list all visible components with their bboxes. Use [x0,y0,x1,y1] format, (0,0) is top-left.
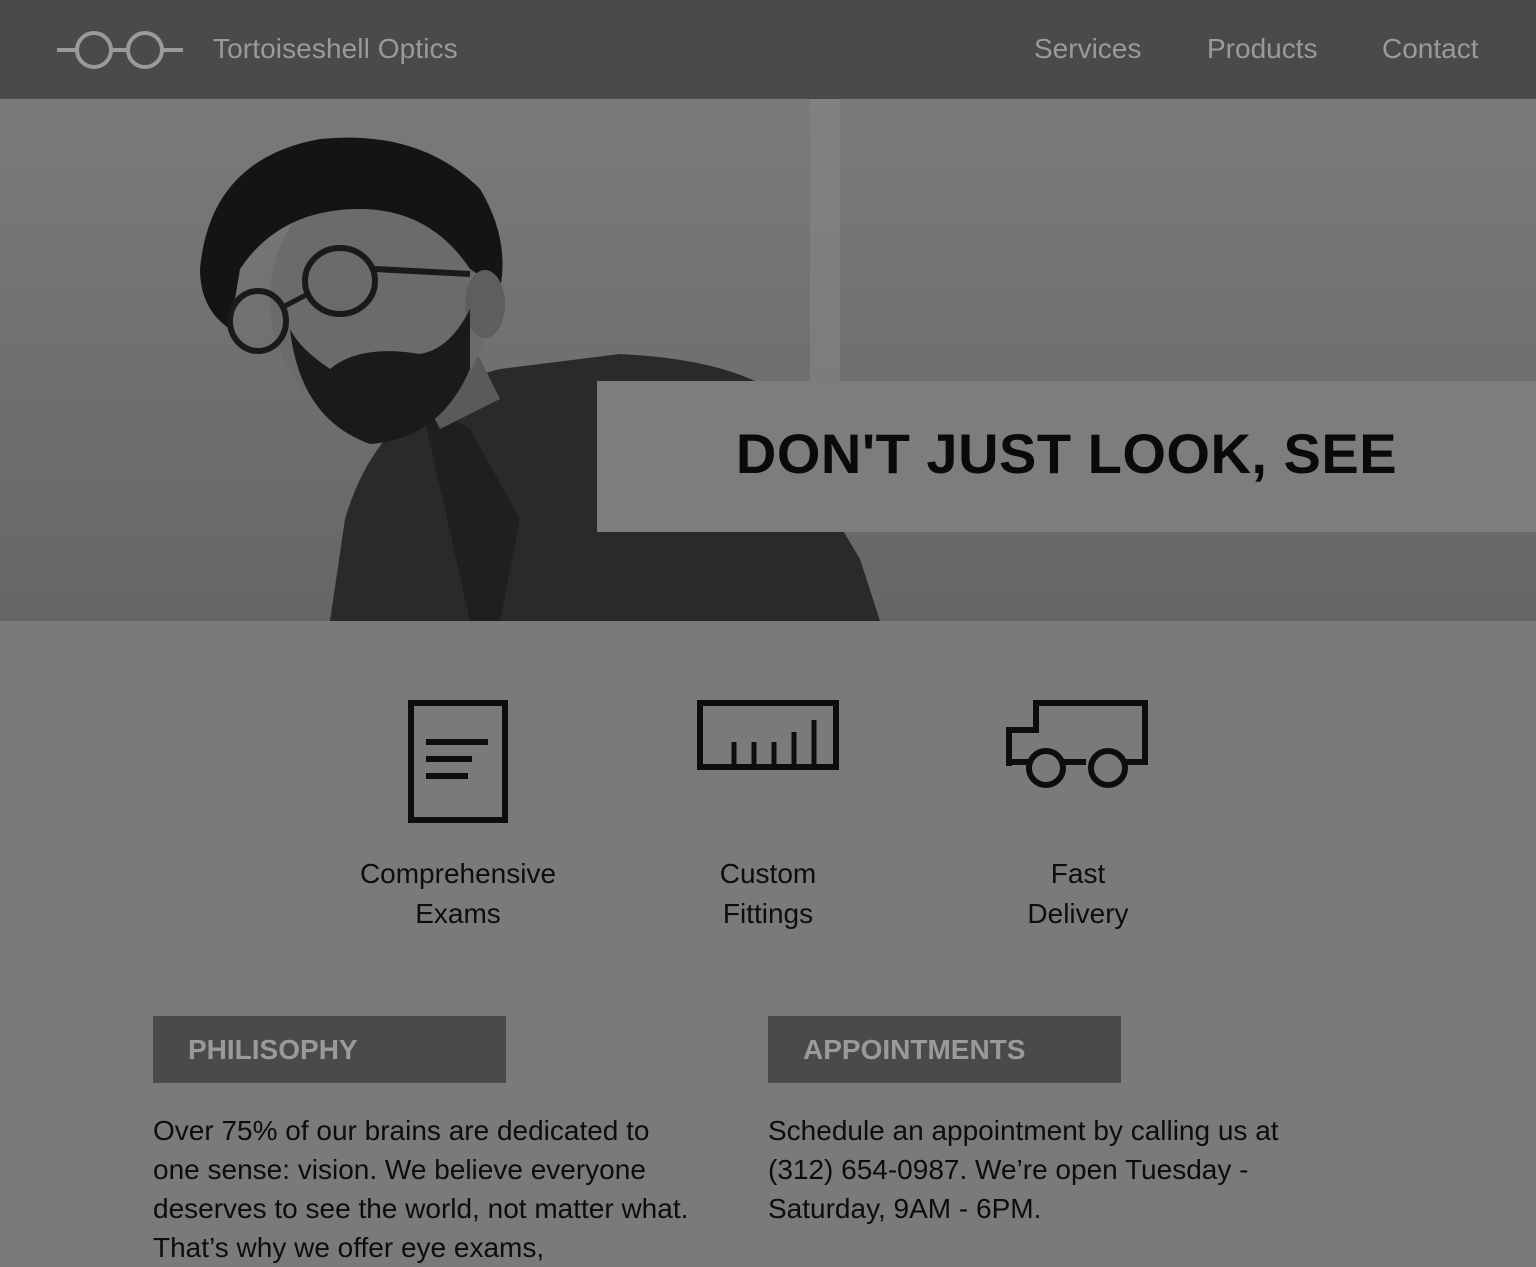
nav-products[interactable]: Products [1207,33,1318,65]
hero-photo [200,99,880,621]
feature-fittings: Custom Fittings [638,700,898,929]
appointments-body: Schedule an appointment by calling us at… [768,1115,1279,1224]
truck-icon [1006,700,1148,788]
glasses-icon[interactable] [55,29,185,71]
philosophy-header: PHILISOPHY [153,1016,506,1083]
appointments-header: APPOINTMENTS [768,1016,1121,1083]
document-icon [408,700,508,823]
hero-banner: DON'T JUST LOOK, SEE [597,381,1536,532]
feature-exams: Comprehensive Exams [328,700,588,929]
hero: DON'T JUST LOOK, SEE [0,99,1536,621]
nav-contact[interactable]: Contact [1382,33,1479,65]
philosophy-body: Over 75% of our brains are dedicated to … [153,1115,689,1263]
nav-services[interactable]: Services [1034,33,1141,65]
section-title: APPOINTMENTS [803,1034,1026,1065]
site-header: Tortoiseshell Optics Services Products C… [0,0,1536,99]
feature-delivery: Fast Delivery [948,700,1208,929]
feature-label: Custom Fittings [719,858,817,929]
brand-name[interactable]: Tortoiseshell Optics [213,33,458,65]
feature-label: Comprehensive Exams [359,858,557,929]
hero-tagline: DON'T JUST LOOK, SEE [735,422,1398,485]
feature-label: Fast Delivery [1027,858,1129,929]
ruler-icon [697,700,839,770]
section-title: PHILISOPHY [188,1034,358,1065]
